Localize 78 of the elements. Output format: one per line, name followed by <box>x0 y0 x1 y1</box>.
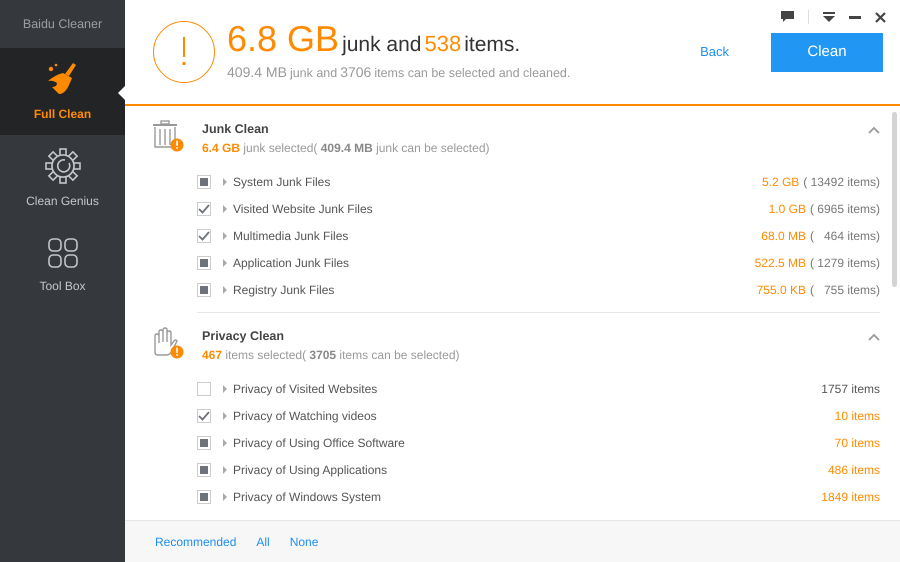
clean-button[interactable]: Clean <box>771 32 883 72</box>
item-count: 10 items <box>834 408 880 425</box>
expand-arrow-icon[interactable] <box>223 286 227 294</box>
app-title: Baidu Cleaner <box>22 16 104 33</box>
sidebar-item[interactable]: Tool Box <box>0 222 125 309</box>
item-label: System Junk Files <box>233 174 330 192</box>
collapse-icon[interactable] <box>868 126 880 134</box>
item-label: Multimedia Junk Files <box>233 228 348 246</box>
item-label: Application Junk Files <box>233 255 350 272</box>
item-label: Privacy of Watching videos <box>233 408 377 425</box>
expand-arrow-icon[interactable] <box>223 259 227 268</box>
headline-text: items. <box>464 32 520 58</box>
sidebar-item[interactable]: Full Clean <box>0 48 125 135</box>
item-label: Privacy of Windows System <box>233 489 382 506</box>
expand-arrow-icon[interactable] <box>223 178 227 186</box>
menu-icon[interactable] <box>823 12 835 22</box>
trash-icon <box>152 120 184 152</box>
expand-arrow-icon[interactable] <box>223 385 227 393</box>
checkbox[interactable] <box>197 409 211 423</box>
item-size: 522.5 MB <box>754 255 806 272</box>
checkbox[interactable] <box>197 229 211 244</box>
expand-arrow-icon[interactable] <box>223 439 227 447</box>
summary-text: junk and <box>290 65 338 82</box>
checkbox[interactable] <box>197 382 211 396</box>
checkbox[interactable] <box>197 463 211 477</box>
item-size: 5.2 GB <box>762 174 800 192</box>
item-count: 1757 items <box>821 381 880 398</box>
warning-icon <box>153 21 215 83</box>
headline-text: 6.8 GB <box>227 20 340 57</box>
grid-icon <box>46 236 78 268</box>
expand-arrow-icon[interactable] <box>223 412 227 420</box>
checkbox[interactable] <box>197 175 211 190</box>
feedback-icon[interactable] <box>781 11 794 23</box>
item-size: 755.0 KB <box>756 282 806 300</box>
checkbox[interactable] <box>197 490 211 504</box>
gear-icon <box>44 148 80 184</box>
hand-icon <box>152 326 184 359</box>
summary-text: 409.4 MB <box>227 63 287 82</box>
item-count: 1849 items <box>821 489 880 506</box>
headline-text: 538 <box>424 30 462 58</box>
item-count: 486 items <box>828 462 880 479</box>
collapse-icon[interactable] <box>868 332 880 341</box>
item-label: Registry Junk Files <box>233 282 334 300</box>
section-title: Privacy Clean <box>202 328 285 345</box>
item-count: 70 items <box>834 435 880 452</box>
item-label: Privacy of Visited Websites <box>233 381 378 398</box>
checkbox[interactable] <box>197 283 211 298</box>
close-icon[interactable] <box>875 12 886 22</box>
minimize-icon[interactable] <box>849 16 861 18</box>
item-count: ( 6965 items) <box>810 201 880 218</box>
checkbox[interactable] <box>197 256 211 270</box>
headline-text: junk and <box>342 32 422 58</box>
expand-arrow-icon[interactable] <box>223 493 227 501</box>
item-size: 1.0 GB <box>768 201 806 218</box>
back-link[interactable]: Back <box>700 42 729 62</box>
item-count: ( 13492 items) <box>803 174 880 192</box>
footer-link[interactable]: None <box>290 532 318 550</box>
footer-link[interactable]: All <box>256 532 270 550</box>
summary-text: items can be selected and cleaned. <box>374 65 570 82</box>
item-count: ( 464 items) <box>810 228 880 246</box>
expand-arrow-icon[interactable] <box>223 205 227 214</box>
expand-arrow-icon[interactable] <box>223 232 227 240</box>
item-label: Privacy of Using Office Software <box>233 435 405 452</box>
scrollbar[interactable] <box>892 112 897 287</box>
item-label: Visited Website Junk Files <box>233 201 373 218</box>
item-count: ( 1279 items) <box>810 255 880 272</box>
section-title: Junk Clean <box>202 121 270 138</box>
section-summary: 467 items selected( 3705 items can be selected) <box>202 346 460 364</box>
item-label: Privacy of Using Applications <box>233 462 388 479</box>
checkbox[interactable] <box>197 436 211 450</box>
footer-link[interactable]: Recommended <box>155 532 236 550</box>
expand-arrow-icon[interactable] <box>223 466 227 474</box>
sidebar-item[interactable]: Clean Genius <box>0 135 125 222</box>
section-summary: 6.4 GB junk selected( 409.4 MB junk can be selected) <box>202 140 490 157</box>
item-size: 68.0 MB <box>761 228 806 246</box>
item-count: ( 755 items) <box>810 282 880 300</box>
summary-text: 3706 <box>340 63 372 82</box>
checkbox[interactable] <box>197 202 211 216</box>
